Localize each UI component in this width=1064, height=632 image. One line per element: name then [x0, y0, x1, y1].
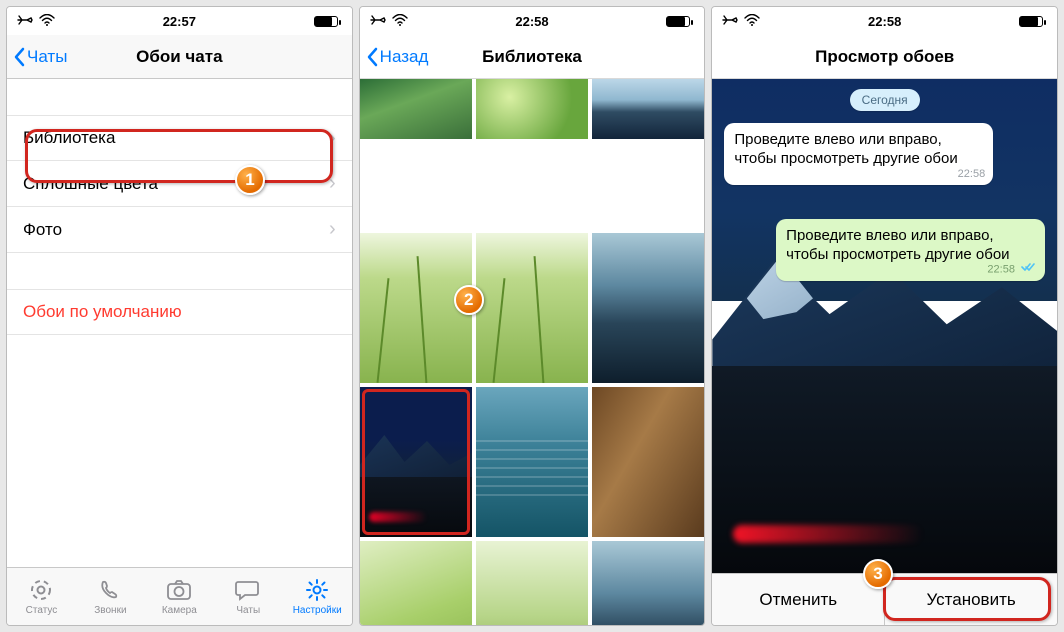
- wallpaper-thumb[interactable]: [592, 541, 704, 625]
- battery-icon: [666, 16, 690, 27]
- battery-icon: [1019, 16, 1043, 27]
- tab-bar: Статус Звонки Камера Чаты Настройки: [7, 567, 352, 625]
- screen-preview: 22:58 Просмотр обоев Сегодня Проведите в…: [711, 6, 1058, 626]
- phone-icon: [98, 577, 122, 603]
- nav-bar: Назад Библиотека: [360, 35, 705, 79]
- bubble-timestamp: 22:58: [958, 168, 986, 182]
- wallpaper-thumb[interactable]: [476, 79, 588, 139]
- tab-chats[interactable]: Чаты: [214, 568, 283, 625]
- wallpaper-grid: [360, 79, 705, 625]
- nav-bar: Просмотр обоев: [712, 35, 1057, 79]
- tab-label: Камера: [162, 605, 197, 616]
- bubble-text: Проведите влево или вправо, чтобы просмо…: [786, 227, 1009, 263]
- back-label: Назад: [380, 47, 429, 67]
- incoming-bubble: Проведите влево или вправо, чтобы просмо…: [724, 123, 993, 185]
- bubble-timestamp: 22:58: [987, 262, 1037, 277]
- wallpaper-preview[interactable]: Сегодня Проведите влево или вправо, чтоб…: [712, 79, 1057, 573]
- screen-library: 22:58 Назад Библиотека 2: [359, 6, 706, 626]
- chevron-left-icon: [13, 47, 25, 67]
- date-chip: Сегодня: [850, 89, 920, 111]
- wallpaper-thumb[interactable]: [592, 233, 704, 383]
- wallpaper-thumb-selected[interactable]: [360, 387, 472, 537]
- chevron-right-icon: ›: [329, 172, 336, 195]
- row-label: Сплошные цвета: [23, 174, 158, 194]
- wallpaper-thumb[interactable]: [360, 541, 472, 625]
- wallpaper-thumb[interactable]: [476, 387, 588, 537]
- bubble-text: Проведите влево или вправо, чтобы просмо…: [734, 131, 957, 167]
- clock: 22:58: [712, 14, 1057, 29]
- set-button[interactable]: Установить: [885, 574, 1057, 625]
- status-bar: 22:57: [7, 7, 352, 35]
- tab-label: Настройки: [293, 605, 342, 616]
- wallpaper-thumb[interactable]: [592, 79, 704, 139]
- gear-icon: [305, 577, 329, 603]
- tab-calls[interactable]: Звонки: [76, 568, 145, 625]
- chevron-left-icon: [366, 47, 378, 67]
- wallpaper-thumb[interactable]: [360, 79, 472, 139]
- screen-wallpaper-settings: 22:57 Чаты Обои чата Библиотека › Сплошн…: [6, 6, 353, 626]
- read-ticks-icon: [1021, 262, 1037, 277]
- button-label: Отменить: [759, 590, 837, 610]
- back-button[interactable]: Чаты: [7, 47, 67, 67]
- back-button[interactable]: Назад: [360, 47, 429, 67]
- row-label: Библиотека: [23, 128, 115, 148]
- chevron-right-icon: ›: [329, 218, 336, 241]
- wallpaper-thumb[interactable]: [360, 233, 472, 383]
- wallpaper-thumb[interactable]: [592, 387, 704, 537]
- button-label: Установить: [926, 590, 1015, 610]
- tab-label: Звонки: [94, 605, 126, 616]
- row-label: Фото: [23, 220, 62, 240]
- tab-camera[interactable]: Камера: [145, 568, 214, 625]
- tab-status[interactable]: Статус: [7, 568, 76, 625]
- status-bar: 22:58: [712, 7, 1057, 35]
- wallpaper-thumb[interactable]: [476, 233, 588, 383]
- clock: 22:57: [7, 14, 352, 29]
- camera-icon: [166, 577, 192, 603]
- row-solid-colors[interactable]: Сплошные цвета ›: [7, 161, 352, 207]
- page-title: Просмотр обоев: [712, 47, 1057, 67]
- cancel-button[interactable]: Отменить: [712, 574, 884, 625]
- status-bar: 22:58: [360, 7, 705, 35]
- outgoing-bubble: Проведите влево или вправо, чтобы просмо…: [776, 219, 1045, 281]
- chats-icon: [235, 577, 261, 603]
- action-bar: Отменить Установить: [712, 573, 1057, 625]
- tab-label: Чаты: [236, 605, 260, 616]
- back-label: Чаты: [27, 47, 67, 67]
- chevron-right-icon: ›: [329, 127, 336, 150]
- nav-bar: Чаты Обои чата: [7, 35, 352, 79]
- tab-label: Статус: [26, 605, 58, 616]
- battery-icon: [314, 16, 338, 27]
- row-photo[interactable]: Фото ›: [7, 207, 352, 253]
- tab-settings[interactable]: Настройки: [283, 568, 352, 625]
- row-label: Обои по умолчанию: [23, 302, 182, 322]
- row-default-wallpaper[interactable]: Обои по умолчанию: [7, 289, 352, 335]
- row-library[interactable]: Библиотека ›: [7, 115, 352, 161]
- wallpaper-thumb[interactable]: [476, 541, 588, 625]
- status-icon: [29, 577, 53, 603]
- options-list: Библиотека › Сплошные цвета › Фото ›: [7, 115, 352, 253]
- clock: 22:58: [360, 14, 705, 29]
